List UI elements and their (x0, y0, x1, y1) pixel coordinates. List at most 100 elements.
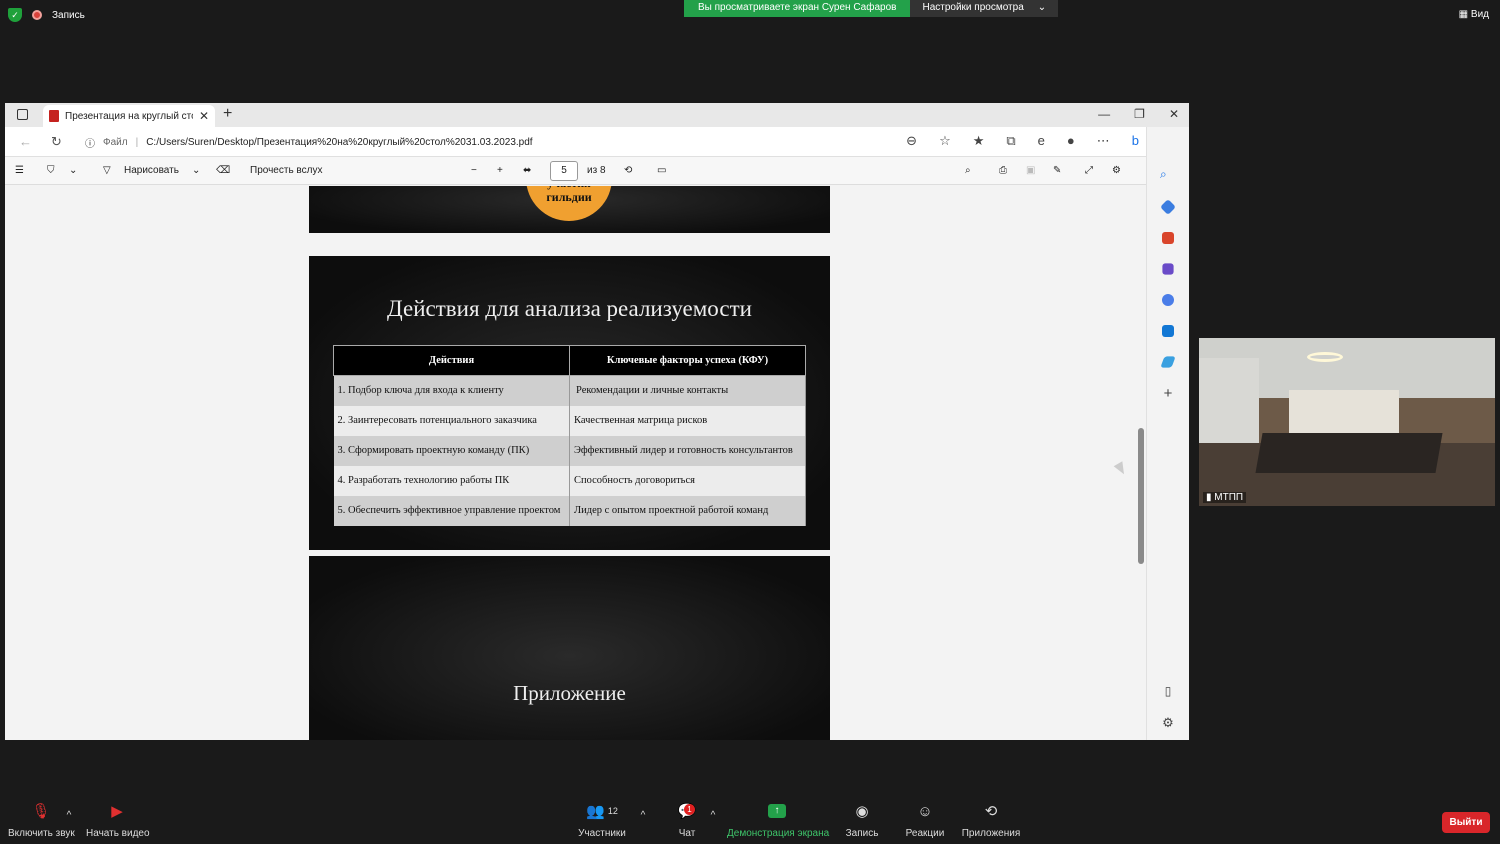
sidebar-settings-icon[interactable]: ⚙ (1160, 715, 1176, 731)
fullscreen-icon[interactable]: ⤢ (1085, 165, 1093, 176)
chat-badge: 1 (684, 804, 695, 815)
save-icon[interactable]: ▣ (1026, 165, 1035, 176)
sidebar-panel-icon[interactable]: ▯ (1160, 684, 1176, 700)
tab-pdf[interactable]: Презентация на круглый стол 3 ✕ (43, 105, 215, 127)
zoom-out-pdf-icon[interactable]: − (471, 165, 477, 176)
save-as-icon[interactable]: ✎ (1053, 165, 1061, 176)
close-window-icon[interactable]: ✕ (1169, 107, 1179, 121)
table-header: Действия (333, 345, 570, 376)
tools-icon[interactable] (1162, 232, 1174, 244)
pdf-viewer[interactable]: участия гильдии Действия для анализа реа… (5, 186, 1146, 740)
zoom-top-bar: ✓ Запись Вы просматриваете экран Сурен С… (0, 0, 1500, 32)
page-total: из 8 (587, 165, 606, 176)
orange-badge: участия гильдии (526, 186, 612, 221)
address-url: C:/Users/Suren/Desktop/Презентация%20на%… (146, 136, 533, 148)
table-header: Ключевые факторы успеха (КФУ) (569, 345, 806, 376)
eraser-icon[interactable]: ⌫ (216, 165, 230, 176)
pdf-page-current: Действия для анализа реализуемости Дейст… (309, 256, 830, 550)
new-tab-icon[interactable]: + (223, 105, 232, 123)
print-icon[interactable]: ⎙ (999, 165, 1007, 176)
bing-icon[interactable]: b (1132, 133, 1139, 149)
profile-avatar-icon[interactable]: ● (1067, 133, 1075, 149)
participant-video[interactable]: ▮ МТПП (1199, 338, 1495, 506)
apps-icon: ⟲ (984, 803, 998, 820)
chat-button[interactable]: 💬 1 Чат (672, 800, 702, 839)
chat-chevron-icon[interactable]: ^ (708, 810, 718, 821)
reactions-button[interactable]: ☺ Реакции (902, 800, 948, 840)
scrollbar-thumb[interactable] (1138, 428, 1144, 564)
contents-icon[interactable]: ☰ (15, 165, 24, 176)
table-row: 4. Разработать технологию работы ПК Спос… (333, 465, 806, 496)
share-banner-text: Вы просматриваете экран Сурен Сафаров (684, 0, 911, 17)
view-button[interactable]: ▦ Вид (1459, 9, 1489, 20)
more-icon[interactable]: ⋯ (1097, 133, 1110, 149)
view-settings-dropdown[interactable]: Настройки просмотра ⌄ (910, 0, 1059, 17)
microsoft365-icon[interactable] (1162, 294, 1174, 306)
ie-mode-icon[interactable]: e (1038, 133, 1045, 149)
table-cell: 1. Подбор ключа для входа к клиенту (333, 375, 570, 406)
table-cell: Лидер с опытом проектной работой команд (569, 495, 806, 526)
refresh-icon[interactable]: ↻ (51, 134, 62, 150)
shopping-tag-icon[interactable] (1160, 199, 1176, 215)
recording-dot-icon (32, 10, 42, 20)
fit-page-icon[interactable]: ⬌ (523, 165, 531, 176)
tab-actions-icon[interactable] (17, 109, 28, 120)
draw-label[interactable]: Нарисовать (124, 165, 179, 176)
table-row: 3. Сформировать проектную команду (ПК) Э… (333, 435, 806, 466)
screen-share-banner: Вы просматриваете экран Сурен Сафаров На… (684, 0, 1059, 17)
next-slide-title: Приложение (513, 681, 626, 705)
table-row: 5. Обеспечить эффективное управление про… (333, 495, 806, 526)
security-shield-icon[interactable]: ✓ (8, 8, 22, 22)
page-number-input[interactable]: 5 (550, 161, 578, 181)
participant-name-text: МТПП (1214, 492, 1244, 503)
audio-options-chevron-icon[interactable]: ^ (64, 810, 74, 821)
tab-bar: Презентация на круглый стол 3 ✕ + — ❐ ✕ (5, 103, 1189, 127)
search-sidebar-icon[interactable]: ⌕ (1160, 167, 1176, 183)
table-cell: 3. Сформировать проектную команду (ПК) (333, 435, 570, 466)
scrollbar[interactable] (1136, 186, 1146, 740)
table-cell: Эффективный лидер и готовность консульта… (569, 435, 806, 466)
favorites-icon[interactable]: ★ (973, 133, 985, 149)
highlight-chevron-icon[interactable]: ⌄ (69, 165, 77, 176)
share-screen-button[interactable]: ↑ Демонстрация экрана (727, 800, 829, 839)
draw-chevron-icon[interactable]: ⌄ (192, 165, 200, 176)
view-button-label: Вид (1470, 9, 1489, 20)
page-view-icon[interactable]: ▭ (657, 165, 666, 176)
draw-icon[interactable]: ▽ (103, 165, 111, 176)
table-cell: Качественная матрица рисков (569, 405, 806, 436)
read-aloud-label[interactable]: Прочесть вслух (250, 165, 322, 176)
highlight-icon[interactable]: ⛉ (47, 165, 55, 176)
start-video-button[interactable]: ▶ Начать видео (86, 800, 150, 839)
restore-icon[interactable]: ❐ (1134, 107, 1145, 121)
add-favorite-icon[interactable]: ☆ (939, 133, 951, 149)
zoom-out-icon[interactable]: ⊖ (906, 133, 917, 149)
settings-icon[interactable]: ⚙ (1112, 165, 1121, 176)
apps-label: Приложения (961, 828, 1021, 839)
unmute-label: Включить звук (8, 828, 75, 839)
edge-sidebar: ⌕ + ▯ ⚙ (1146, 127, 1189, 740)
slide-title: Действия для анализа реализуемости (387, 296, 752, 321)
table-cell: Рекомендации и личные контакты (569, 375, 806, 406)
video-off-icon: ▶ (111, 803, 123, 820)
table-cell: 5. Обеспечить эффективное управление про… (333, 495, 570, 526)
apps-button[interactable]: ⟲ Приложения (960, 800, 1022, 839)
address-bar[interactable]: ⓘ Файл | C:/Users/Suren/Desktop/Презента… (85, 131, 935, 153)
leave-button[interactable]: Выйти (1442, 812, 1490, 833)
search-icon[interactable]: ⌕ (965, 165, 971, 176)
collections-icon[interactable]: ⧉ (1006, 133, 1015, 149)
games-icon[interactable] (1162, 263, 1174, 275)
close-tab-icon[interactable]: ✕ (199, 109, 209, 123)
minimize-icon[interactable]: — (1098, 107, 1110, 121)
participants-chevron-icon[interactable]: ^ (638, 810, 648, 821)
send-icon[interactable] (1160, 356, 1176, 368)
rotate-icon[interactable]: ⟲ (624, 165, 632, 176)
zoom-in-pdf-icon[interactable]: + (497, 165, 503, 176)
back-icon[interactable]: ← (19, 134, 32, 149)
record-button[interactable]: ◉ Запись (842, 800, 882, 839)
add-sidebar-app-icon[interactable]: + (1160, 385, 1176, 402)
reactions-icon: ☺ (917, 802, 933, 820)
participants-button[interactable]: 👥 12 Участники (577, 800, 627, 839)
record-icon: ◉ (855, 803, 869, 820)
pdf-file-icon (49, 110, 59, 122)
outlook-icon[interactable] (1162, 325, 1174, 337)
